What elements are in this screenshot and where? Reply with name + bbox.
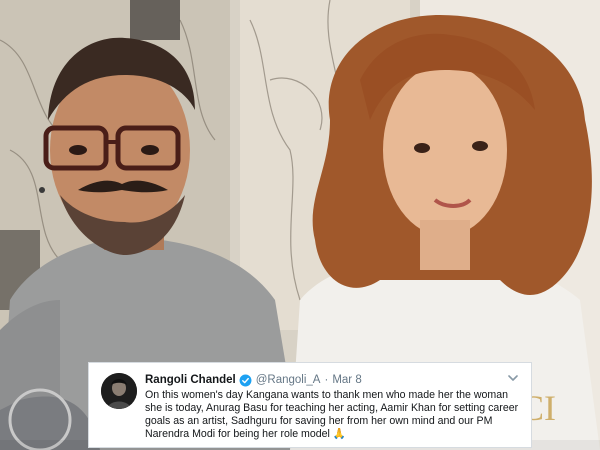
- praying-hands-emoji: 🙏: [332, 428, 347, 440]
- avatar[interactable]: [101, 373, 137, 409]
- tweet-date[interactable]: Mar 8: [332, 374, 361, 386]
- author-name[interactable]: Rangoli Chandel: [145, 374, 236, 386]
- tweet-header: Rangoli Chandel @Rangoli_A · Mar 8: [145, 372, 362, 388]
- chevron-down-icon[interactable]: [507, 372, 519, 384]
- author-handle[interactable]: @Rangoli_A: [256, 374, 321, 386]
- tweet-body: On this women's day Kangana wants to tha…: [145, 389, 519, 440]
- avatar-image: [101, 373, 137, 409]
- tweet-card[interactable]: Rangoli Chandel @Rangoli_A · Mar 8 On th…: [88, 362, 532, 448]
- separator-dot: ·: [324, 374, 329, 386]
- verified-badge-icon: [239, 374, 252, 386]
- tweet-text: On this women's day Kangana wants to tha…: [145, 389, 525, 441]
